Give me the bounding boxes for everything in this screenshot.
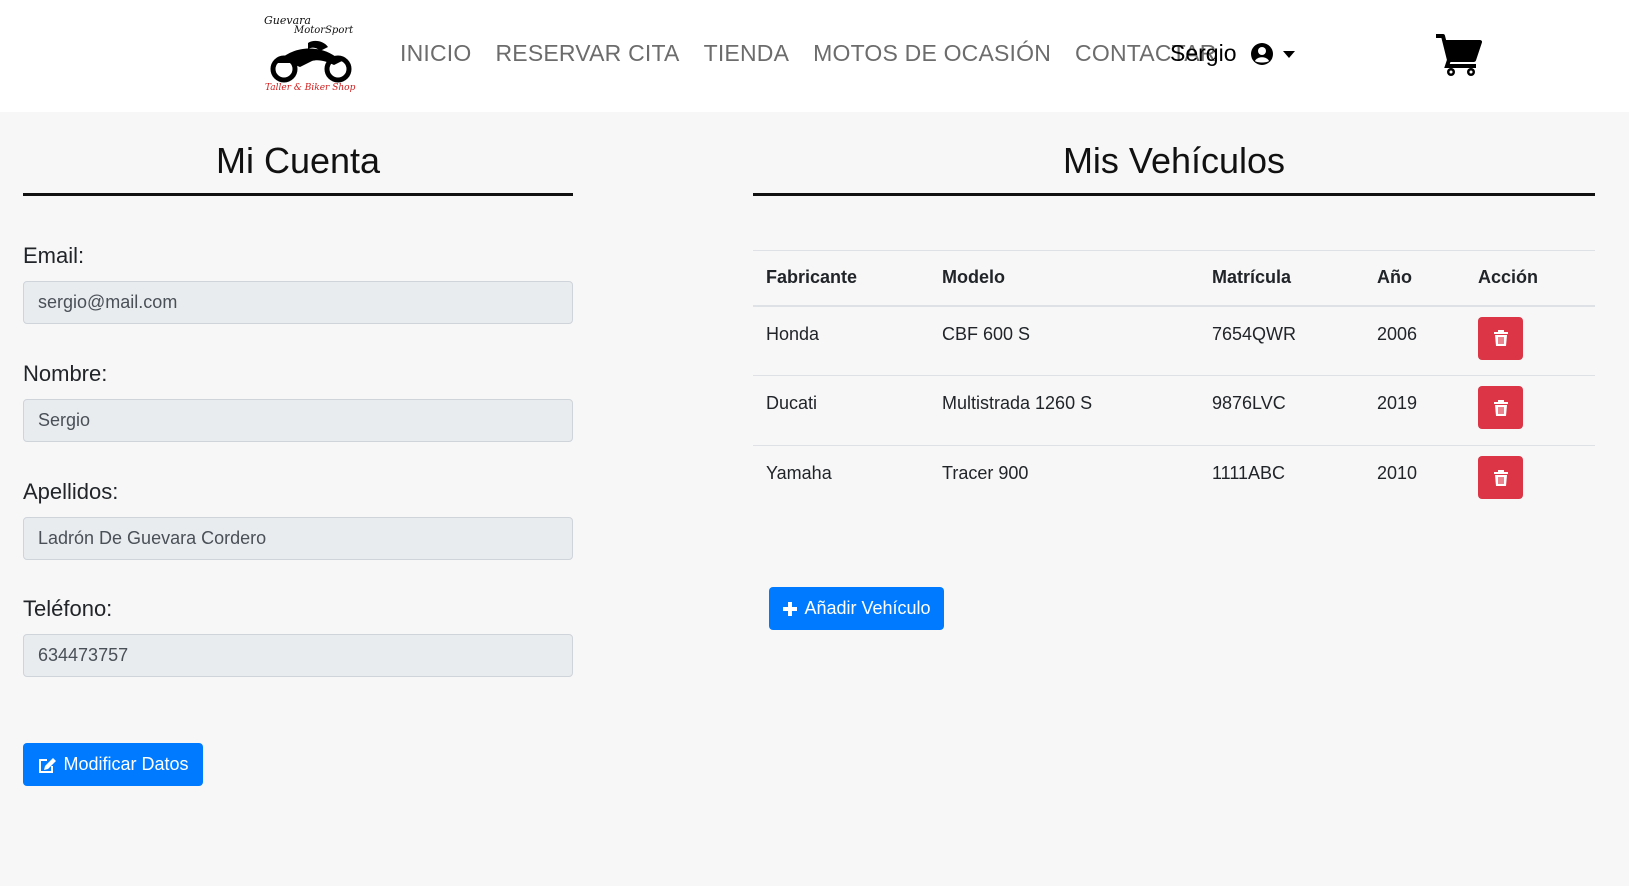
- account-title-divider: [23, 193, 573, 196]
- user-name: Sergio: [1170, 40, 1237, 66]
- cell-matricula: 1111ABC: [1199, 445, 1364, 516]
- add-vehicle-label: Añadir Vehículo: [804, 598, 931, 618]
- user-menu-toggle[interactable]: Sergio: [1170, 40, 1296, 67]
- cell-modelo: Tracer 900: [929, 445, 1199, 516]
- delete-vehicle-button[interactable]: [1478, 316, 1523, 360]
- modify-data-button[interactable]: Modificar Datos: [23, 743, 203, 786]
- table-header-row: Fabricante Modelo Matrícula Año Acción: [753, 250, 1595, 307]
- trash-icon: [1493, 469, 1508, 486]
- trash-icon: [1493, 399, 1508, 416]
- vehicles-title-divider: [753, 193, 1595, 196]
- telefono-field[interactable]: 634473757: [23, 634, 573, 677]
- cell-matricula: 9876LVC: [1199, 375, 1364, 446]
- nombre-label: Nombre:: [23, 361, 108, 386]
- cell-modelo: Multistrada 1260 S: [929, 375, 1199, 446]
- apellidos-label: Apellidos:: [23, 479, 119, 504]
- telefono-label: Teléfono:: [23, 596, 113, 621]
- trash-icon: [1493, 330, 1508, 346]
- col-ano: Año: [1364, 250, 1465, 307]
- caret-down-icon: [1283, 50, 1296, 58]
- email-label: Email:: [23, 243, 85, 268]
- table-row: Honda CBF 600 S 7654QWR 2006: [753, 306, 1595, 376]
- col-modelo: Modelo: [929, 250, 1199, 307]
- edit-icon: [39, 757, 57, 773]
- col-fabricante: Fabricante: [753, 250, 929, 307]
- navbar: Guevara MotorSport Taller & Biker Shop I…: [0, 0, 1629, 112]
- cell-modelo: CBF 600 S: [942, 323, 1031, 344]
- nav-tienda[interactable]: TIENDA: [704, 40, 790, 67]
- main-nav: INICIO RESERVAR CITA TIENDA MOTOS DE OCA…: [400, 40, 1241, 67]
- brand-logo[interactable]: Guevara MotorSport Taller & Biker Shop: [262, 14, 362, 98]
- nombre-field[interactable]: Sergio: [23, 399, 573, 442]
- cell-accion: [1465, 306, 1595, 376]
- add-vehicle-button[interactable]: Añadir Vehículo: [769, 587, 944, 630]
- motorcycle-icon: [270, 40, 352, 83]
- cell-ano: 2010: [1364, 445, 1465, 516]
- logo-line-3: Taller & Biker Shop: [265, 83, 356, 93]
- cell-fabricante: Honda: [766, 323, 820, 344]
- plus-icon: [783, 601, 798, 616]
- user-circle-icon: [1251, 42, 1274, 65]
- vehicles-title: Mis Vehículos: [1062, 140, 1286, 181]
- cell-ano: 2019: [1364, 375, 1465, 446]
- modify-data-label: Modificar Datos: [63, 754, 189, 774]
- col-accion: Acción: [1465, 250, 1595, 307]
- delete-vehicle-button[interactable]: [1478, 456, 1523, 499]
- cell-matricula: 7654QWR: [1212, 323, 1297, 344]
- nav-reservar-cita[interactable]: RESERVAR CITA: [495, 40, 679, 67]
- col-matricula: Matrícula: [1199, 250, 1364, 307]
- logo-line-2: MotorSport: [294, 25, 354, 36]
- cell-accion: [1465, 375, 1595, 446]
- cart-button[interactable]: [1434, 30, 1482, 82]
- cell-fabricante: Yamaha: [753, 445, 929, 516]
- cell-ano: 2006: [1377, 323, 1418, 344]
- email-field[interactable]: sergio@mail.com: [23, 281, 573, 324]
- nav-motos-ocasion[interactable]: MOTOS DE OCASIÓN: [813, 40, 1051, 67]
- cell-accion: [1465, 445, 1595, 516]
- delete-vehicle-button[interactable]: [1478, 386, 1523, 429]
- nav-inicio[interactable]: INICIO: [400, 40, 471, 67]
- cell-fabricante: Ducati: [753, 375, 929, 446]
- apellidos-field[interactable]: Ladrón De Guevara Cordero: [23, 517, 573, 560]
- shopping-cart-icon: [1436, 34, 1482, 76]
- account-title: Mi Cuenta: [215, 140, 381, 181]
- table-row: Yamaha Tracer 900 1111ABC 2010: [753, 445, 1595, 516]
- table-row: Ducati Multistrada 1260 S 9876LVC 2019: [753, 375, 1595, 446]
- vehicles-table: Fabricante Modelo Matrícula Año Acción H…: [753, 250, 1595, 516]
